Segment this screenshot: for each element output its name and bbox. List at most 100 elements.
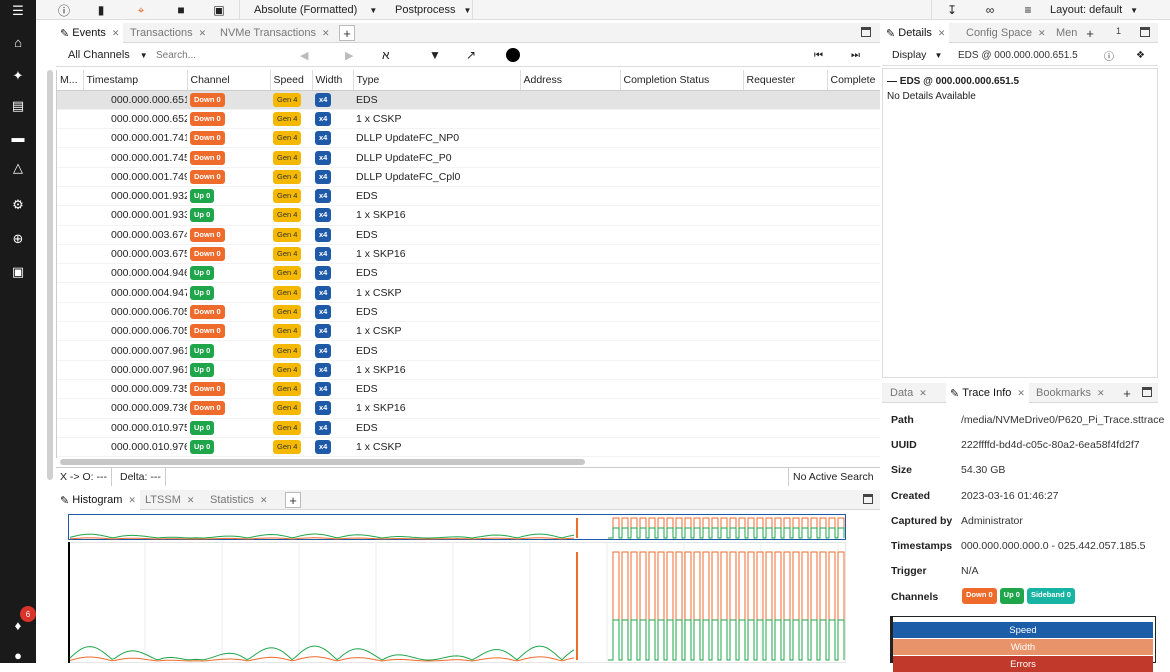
first-page-icon[interactable]: ⏮	[814, 43, 823, 67]
crosshair-icon[interactable]: ⊕	[0, 229, 36, 249]
column-header[interactable]: Complete	[827, 70, 880, 91]
tab-bookmarks[interactable]: Bookmarks ✕	[1032, 383, 1109, 403]
completer-cell	[827, 360, 880, 380]
record-icon[interactable]	[506, 43, 520, 67]
channel-badge: Down 0	[190, 92, 225, 107]
column-header[interactable]: M...	[57, 70, 84, 91]
column-header[interactable]: Timestamp	[83, 70, 188, 91]
chart-icon[interactable]: ▤	[0, 96, 36, 116]
add-info-tab-button[interactable]: +	[1119, 385, 1135, 401]
tab-events[interactable]: ✎ Events ✕	[56, 23, 124, 43]
table-row[interactable]: 000.000.007.961.5Up 0 Gen 4 x4 1 x SKP16	[57, 360, 880, 380]
column-header[interactable]: Type	[353, 70, 521, 91]
column-header[interactable]: Speed	[270, 70, 313, 91]
table-row[interactable]: 000.000.001.933.0Up 0 Gen 4 x4 1 x SKP16	[57, 205, 880, 226]
user-icon[interactable]: ●	[0, 645, 36, 665]
tab-transactions[interactable]: Transactions ✕	[126, 23, 210, 43]
gear-icon[interactable]: ⚙	[0, 195, 36, 215]
table-row[interactable]: 000.000.001.749.0Down 0 Gen 4 x4 DLLP Updat…	[57, 167, 880, 187]
table-row[interactable]: 000.000.001.932.5Up 0 Gen 4 x4 EDS	[57, 186, 880, 207]
channel-filter-select[interactable]: All Channels ▼	[68, 43, 148, 67]
prev-result-icon[interactable]: ◀	[300, 43, 308, 67]
tab-details[interactable]: ✎ Details ✕	[882, 23, 950, 43]
link-icon[interactable]: ∞	[982, 0, 998, 20]
table-row[interactable]: 000.000.003.675.0Down 0 Gen 4 x4 1 x SKP16	[57, 244, 880, 265]
export-icon[interactable]: ↗	[466, 43, 476, 67]
type-cell: EDS	[353, 418, 520, 438]
table-row[interactable]: 000.000.004.947.5Up 0 Gen 4 x4 1 x CSKP	[57, 282, 880, 303]
table-row[interactable]: 000.000.006.705.0Down 0 Gen 4 x4 EDS	[57, 302, 880, 323]
table-row[interactable]: 000.000.001.745.0Down 0 Gen 4 x4 DLLP Updat…	[57, 147, 880, 168]
help-icon[interactable]: ⓘ	[1104, 44, 1114, 66]
delete-icon[interactable]: ■	[173, 0, 189, 20]
column-header[interactable]: Address	[520, 70, 621, 91]
last-page-icon[interactable]: ⏭	[851, 43, 860, 67]
timestamp-cell: 000.000.006.705.0	[83, 302, 187, 323]
list-icon[interactable]: ≡	[1020, 0, 1036, 20]
table-row[interactable]: 000.000.007.961.0Up 0 Gen 4 x4 EDS	[57, 340, 880, 361]
target-icon[interactable]: ⌖	[133, 0, 149, 20]
next-result-icon[interactable]: ▶	[345, 43, 353, 67]
search-input[interactable]	[156, 46, 266, 64]
tab-nvme-transactions[interactable]: NVMe Transactions ✕	[216, 23, 334, 43]
archive-icon[interactable]: ▣	[0, 262, 36, 282]
flask-icon[interactable]: △	[0, 158, 36, 178]
layout-select[interactable]: Layout: default ▼	[1050, 0, 1138, 20]
add-details-tab-button[interactable]: +	[1082, 25, 1098, 41]
hamburger-menu-icon[interactable]: ☰	[0, 1, 36, 21]
info-icon[interactable]: ⓘ	[56, 0, 72, 20]
tab-ltssm[interactable]: LTSSM ✕	[141, 490, 198, 510]
column-header[interactable]: Completion Status	[620, 70, 744, 91]
table-row[interactable]: 000.000.003.674.0Down 0 Gen 4 x4 EDS	[57, 225, 880, 245]
table-row[interactable]: 000.000.000.652.5Down 0 Gen 4 x4 1 x CSKP	[57, 109, 880, 130]
binoculars-icon[interactable]: א	[382, 43, 390, 67]
tab-config-space[interactable]: Config Space ✕	[962, 23, 1050, 43]
timestamp-format-select[interactable]: Absolute (Formatted) ▼	[254, 0, 377, 20]
add-bottom-tab-button[interactable]: +	[285, 492, 301, 508]
download-icon[interactable]: ↧	[944, 0, 960, 20]
maximize-details-icon[interactable]	[1140, 27, 1150, 37]
type-cell: EDS	[353, 186, 520, 207]
pin-icon[interactable]: ❖	[1136, 44, 1145, 66]
timestamp-cell: 000.000.001.933.0	[83, 205, 187, 226]
table-row[interactable]: 000.000.004.946.5Up 0 Gen 4 x4 EDS	[57, 263, 880, 284]
column-header[interactable]: Channel	[187, 70, 271, 91]
maximize-icon[interactable]	[861, 27, 871, 37]
horizontal-scrollbar[interactable]	[60, 459, 585, 465]
postprocess-select[interactable]: Postprocess ▼	[395, 0, 471, 20]
histogram-overview[interactable]	[68, 514, 846, 540]
drive-icon[interactable]: ▬	[0, 127, 36, 147]
home-icon[interactable]: ⌂	[0, 32, 36, 52]
width-badge: x4	[315, 439, 332, 454]
tab-histogram[interactable]: ✎ Histogram ✕	[56, 490, 140, 510]
speed-badge: Gen 4	[273, 266, 302, 281]
completer-cell	[827, 109, 880, 130]
table-row[interactable]: 000.000.009.735.5Down 0 Gen 4 x4 EDS	[57, 379, 880, 400]
wrench-icon[interactable]: ✦	[0, 66, 36, 86]
column-header[interactable]: Width	[312, 70, 354, 91]
timestamp-cell: 000.000.009.736.0	[83, 398, 187, 419]
type-cell: 1 x CSKP	[353, 282, 520, 303]
table-row[interactable]: 000.000.010.976.0Up 0 Gen 4 x4 1 x CSKP	[57, 437, 880, 458]
tab-trace-info[interactable]: ✎ Trace Info ✕	[946, 383, 1029, 403]
width-badge: x4	[315, 324, 332, 339]
tab-data[interactable]: Data ✕	[886, 383, 931, 403]
maximize-info-icon[interactable]	[1142, 387, 1152, 397]
display-select[interactable]: Display ▼	[892, 44, 942, 66]
histogram-main[interactable]	[68, 542, 846, 663]
bookmark-icon[interactable]: ▮	[93, 0, 109, 20]
filter-icon[interactable]: ▼	[429, 43, 441, 67]
column-header[interactable]: Requester	[743, 70, 828, 91]
save-icon[interactable]: ▣	[211, 0, 227, 20]
add-tab-button[interactable]: +	[339, 25, 355, 41]
table-row[interactable]: 000.000.001.741.0Down 0 Gen 4 x4 DLLP Updat…	[57, 128, 880, 149]
maximize-bottom-icon[interactable]	[863, 494, 873, 504]
trace-info-value: Administrator	[961, 515, 1023, 527]
vertical-scrollbar[interactable]	[47, 70, 53, 480]
tab-statistics[interactable]: Statistics ✕	[206, 490, 272, 510]
tab-memory[interactable]: Men	[1052, 23, 1081, 43]
table-row[interactable]: 000.000.006.705.5Down 0 Gen 4 x4 1 x CSKP	[57, 321, 880, 342]
table-row[interactable]: 000.000.009.736.0Down 0 Gen 4 x4 1 x SKP16	[57, 398, 880, 419]
table-row[interactable]: 000.000.000.651.5Down 0 Gen 4 x4 EDS	[57, 90, 880, 110]
table-row[interactable]: 000.000.010.975.5Up 0 Gen 4 x4 EDS	[57, 418, 880, 438]
